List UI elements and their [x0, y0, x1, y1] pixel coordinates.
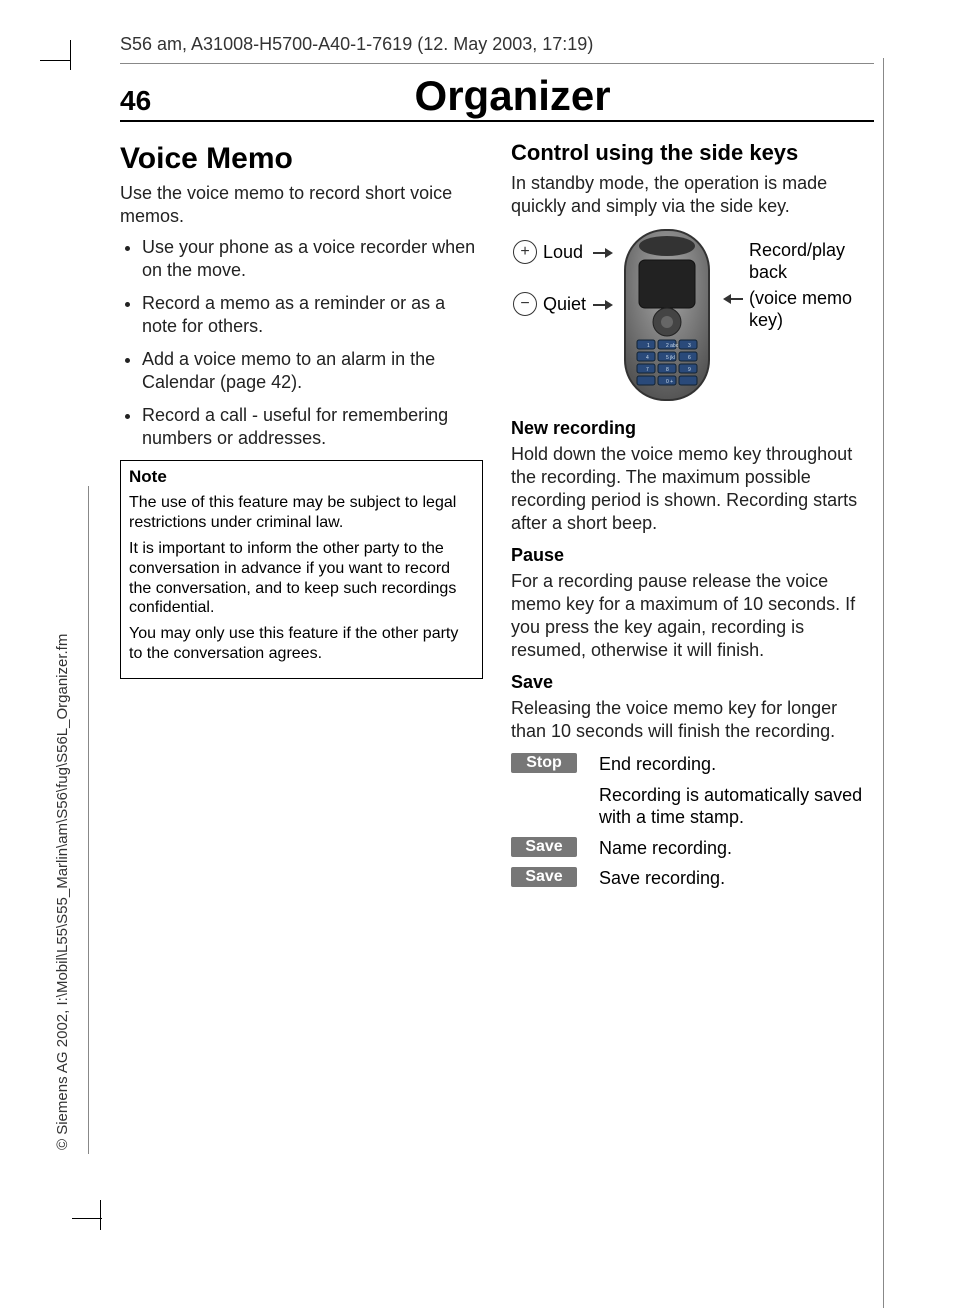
plus-icon: +: [513, 240, 537, 264]
new-recording-text: Hold down the voice memo key throughout …: [511, 443, 874, 535]
svg-text:9: 9: [688, 367, 691, 373]
note-paragraph: The use of this feature may be subject t…: [129, 493, 474, 533]
svg-text:3: 3: [688, 343, 691, 349]
svg-text:1: 1: [647, 343, 650, 349]
bullet-item: Add a voice memo to an alarm in the Cale…: [142, 348, 483, 394]
save-softkey: Save: [511, 867, 577, 887]
note-title: Note: [129, 467, 474, 487]
svg-text:7: 7: [646, 367, 649, 373]
svg-text:0 +: 0 +: [666, 379, 673, 385]
svg-text:8: 8: [666, 367, 669, 373]
chapter-title: Organizer: [151, 72, 874, 120]
note-box: Note The use of this feature may be subj…: [120, 460, 483, 679]
stop-softkey: Stop: [511, 753, 577, 773]
side-keys-intro: In standby mode, the operation is made q…: [511, 172, 874, 218]
side-rule: [88, 486, 89, 1154]
svg-text:4: 4: [646, 355, 649, 361]
phone-side-keys-diagram: + − Loud Quiet: [511, 228, 874, 408]
arrow-right-icon: [593, 299, 613, 311]
voice-memo-intro: Use the voice memo to record short voice…: [120, 182, 483, 228]
quiet-label: Quiet: [543, 294, 586, 315]
record-play-label: Record/play back: [749, 240, 874, 283]
pause-text: For a recording pause release the voice …: [511, 570, 874, 662]
page-right-edge: [882, 58, 884, 1308]
voice-memo-bullets: Use your phone as a voice recorder when …: [120, 236, 483, 450]
loud-label: Loud: [543, 242, 583, 263]
bullet-item: Record a call - useful for remembering n…: [142, 404, 483, 450]
softkey-action-table: Stop End recording. Recording is automat…: [511, 753, 874, 890]
document-header: S56 am, A31008-H5700-A40-1-7619 (12. May…: [120, 30, 874, 64]
section-voice-memo-heading: Voice Memo: [120, 142, 483, 176]
section-side-keys-heading: Control using the side keys: [511, 140, 874, 166]
phone-illustration: 1 2 abc 3 4 5 jkl 6 7 8 9 0 +: [617, 228, 717, 403]
save-text: Releasing the voice memo key for longer …: [511, 697, 874, 743]
arrow-right-icon: [593, 247, 613, 259]
action-row: Stop End recording.: [511, 753, 874, 776]
action-description: End recording.: [599, 753, 874, 776]
copyright-sidebar: © Siemens AG 2002, I:\Mobil\L55\S55_Marl…: [54, 634, 71, 1150]
crop-mark-bl-v: [100, 1200, 101, 1230]
action-description: Recording is automatically saved with a …: [599, 784, 874, 829]
save-softkey: Save: [511, 837, 577, 857]
note-paragraph: It is important to inform the other part…: [129, 539, 474, 618]
action-description: Save recording.: [599, 867, 874, 890]
arrow-left-icon: [723, 293, 743, 305]
new-recording-heading: New recording: [511, 418, 874, 439]
crop-mark-bl-h: [72, 1218, 102, 1219]
action-row: Save Save recording.: [511, 867, 874, 890]
note-paragraph: You may only use this feature if the oth…: [129, 624, 474, 664]
bullet-item: Use your phone as a voice recorder when …: [142, 236, 483, 282]
svg-text:5 jkl: 5 jkl: [666, 355, 675, 361]
action-description: Name recording.: [599, 837, 874, 860]
action-row: Save Name recording.: [511, 837, 874, 860]
crop-mark-v: [70, 40, 71, 70]
svg-text:2 abc: 2 abc: [666, 343, 679, 349]
save-heading: Save: [511, 672, 874, 693]
pause-heading: Pause: [511, 545, 874, 566]
crop-mark-h: [40, 60, 70, 61]
bullet-item: Record a memo as a reminder or as a note…: [142, 292, 483, 338]
svg-text:6: 6: [688, 355, 691, 361]
page-number: 46: [120, 85, 151, 117]
minus-icon: −: [513, 292, 537, 316]
voice-memo-key-label: (voice memo key): [749, 288, 874, 331]
action-row: Recording is automatically saved with a …: [511, 784, 874, 829]
